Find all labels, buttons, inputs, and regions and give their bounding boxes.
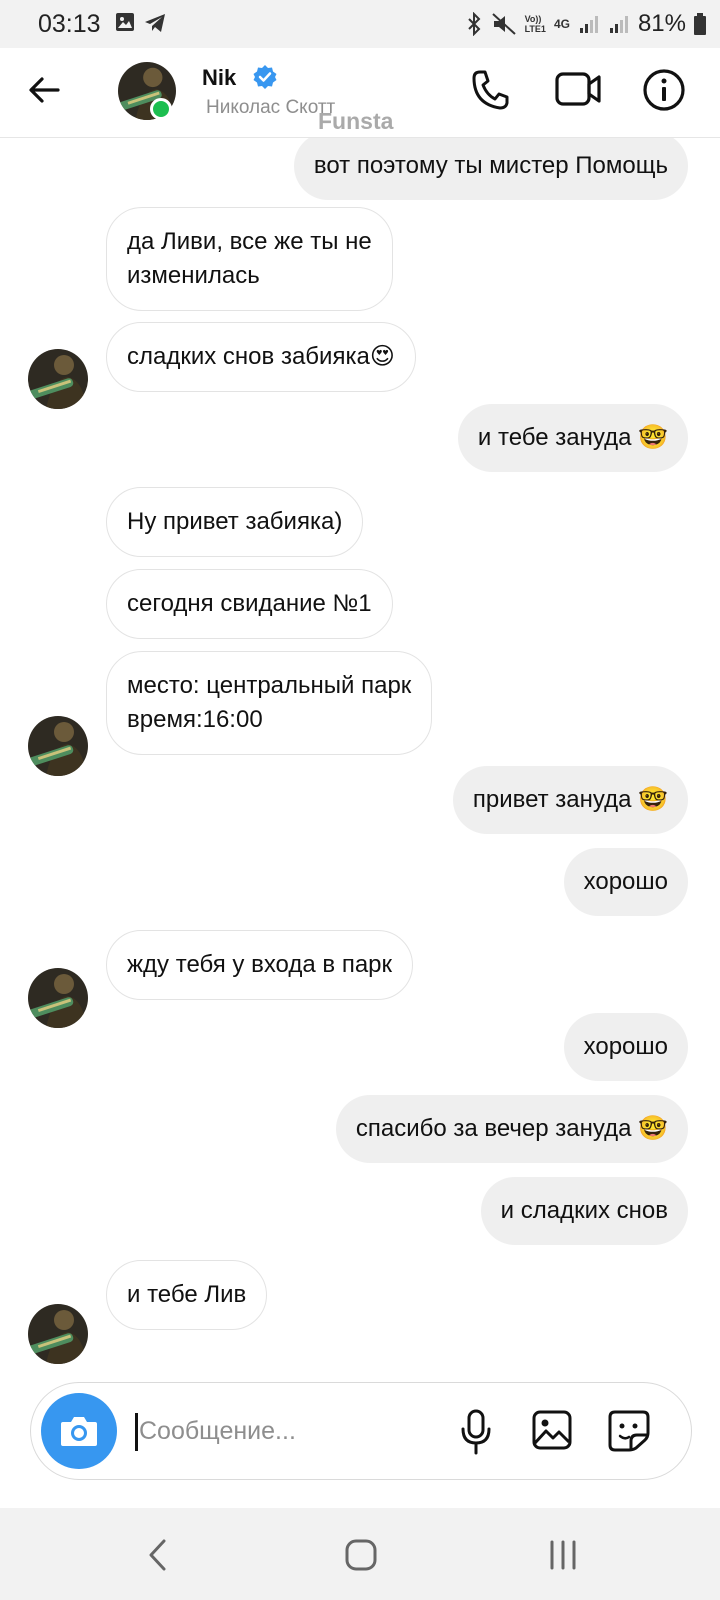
- mute-icon: [491, 13, 516, 35]
- status-indicators: Vo)) LTE1 4G 81%: [465, 10, 706, 38]
- message-incoming[interactable]: жду тебя у входа в парк: [106, 930, 414, 1000]
- avatar[interactable]: [28, 1304, 88, 1364]
- camera-icon: [61, 1417, 97, 1446]
- message-incoming[interactable]: сладких снов забияка😍: [106, 322, 416, 392]
- signal-icon-2: [609, 16, 628, 33]
- avatar-photo: [28, 968, 88, 1028]
- battery-percent: 81%: [637, 10, 686, 37]
- sticker-icon[interactable]: [607, 1409, 651, 1453]
- message-incoming[interactable]: место: центральный парк время:16:00: [106, 651, 433, 755]
- message-input[interactable]: [139, 1411, 459, 1451]
- telegram-notification-icon: [145, 14, 165, 32]
- lte-label: LTE1: [524, 24, 546, 34]
- status-bar: 03:13 Vo)) LTE1 4G 81%: [0, 0, 720, 48]
- bluetooth-icon: [467, 12, 481, 36]
- microphone-icon[interactable]: [459, 1409, 493, 1455]
- signal-icon: [579, 16, 598, 33]
- camera-button[interactable]: [41, 1393, 117, 1469]
- back-arrow-icon[interactable]: [26, 72, 62, 108]
- message-incoming[interactable]: сегодня свидание №1: [106, 569, 393, 639]
- text-cursor: [135, 1413, 138, 1451]
- nav-recents-icon[interactable]: [548, 1538, 578, 1572]
- network-type: 4G: [553, 17, 570, 31]
- message-outgoing[interactable]: спасибо за вечер зануда 🤓: [335, 1095, 688, 1163]
- message-outgoing[interactable]: хорошо: [563, 848, 688, 916]
- avatar-photo: [28, 349, 88, 409]
- message-outgoing[interactable]: и сладких снов: [480, 1177, 688, 1245]
- watermark: Funsta: [318, 108, 394, 134]
- avatar-photo: [28, 716, 88, 776]
- contact-username: Николас Скотт: [206, 97, 336, 118]
- battery-icon: [694, 13, 706, 35]
- avatar[interactable]: [28, 968, 88, 1028]
- message-outgoing[interactable]: вот поэтому ты мистер Помощь: [293, 138, 688, 200]
- message-list[interactable]: вот поэтому ты мистер Помощь да Ливи, вс…: [0, 138, 720, 1368]
- avatar[interactable]: [28, 716, 88, 776]
- contact-name[interactable]: Nik: [202, 65, 236, 91]
- phone-icon[interactable]: [470, 68, 510, 112]
- gallery-notification-icon: [116, 13, 134, 31]
- status-time: 03:13: [38, 10, 101, 38]
- message-outgoing[interactable]: и тебе зануда 🤓: [457, 404, 688, 472]
- verified-badge-icon: [253, 65, 277, 89]
- message-incoming[interactable]: Ну привет забияка): [106, 487, 364, 557]
- nav-back-icon[interactable]: [146, 1538, 170, 1572]
- message-outgoing[interactable]: привет зануда 🤓: [452, 766, 688, 834]
- avatar[interactable]: [28, 349, 88, 409]
- system-navigation-bar: [0, 1508, 720, 1600]
- online-indicator: [150, 98, 172, 120]
- video-camera-icon[interactable]: [555, 68, 603, 108]
- message-incoming[interactable]: и тебе Лив: [106, 1260, 268, 1330]
- nav-home-icon[interactable]: [344, 1538, 378, 1572]
- volte-indicator: Vo)) LTE1: [525, 14, 546, 34]
- info-icon[interactable]: [642, 68, 686, 112]
- message-incoming[interactable]: да Ливи, все же ты не изменилась: [106, 207, 393, 311]
- gallery-icon[interactable]: [531, 1409, 573, 1451]
- volte-label: Vo)): [524, 14, 542, 24]
- avatar-photo: [28, 1304, 88, 1364]
- message-composer: [30, 1382, 692, 1480]
- message-outgoing[interactable]: хорошо: [563, 1013, 688, 1081]
